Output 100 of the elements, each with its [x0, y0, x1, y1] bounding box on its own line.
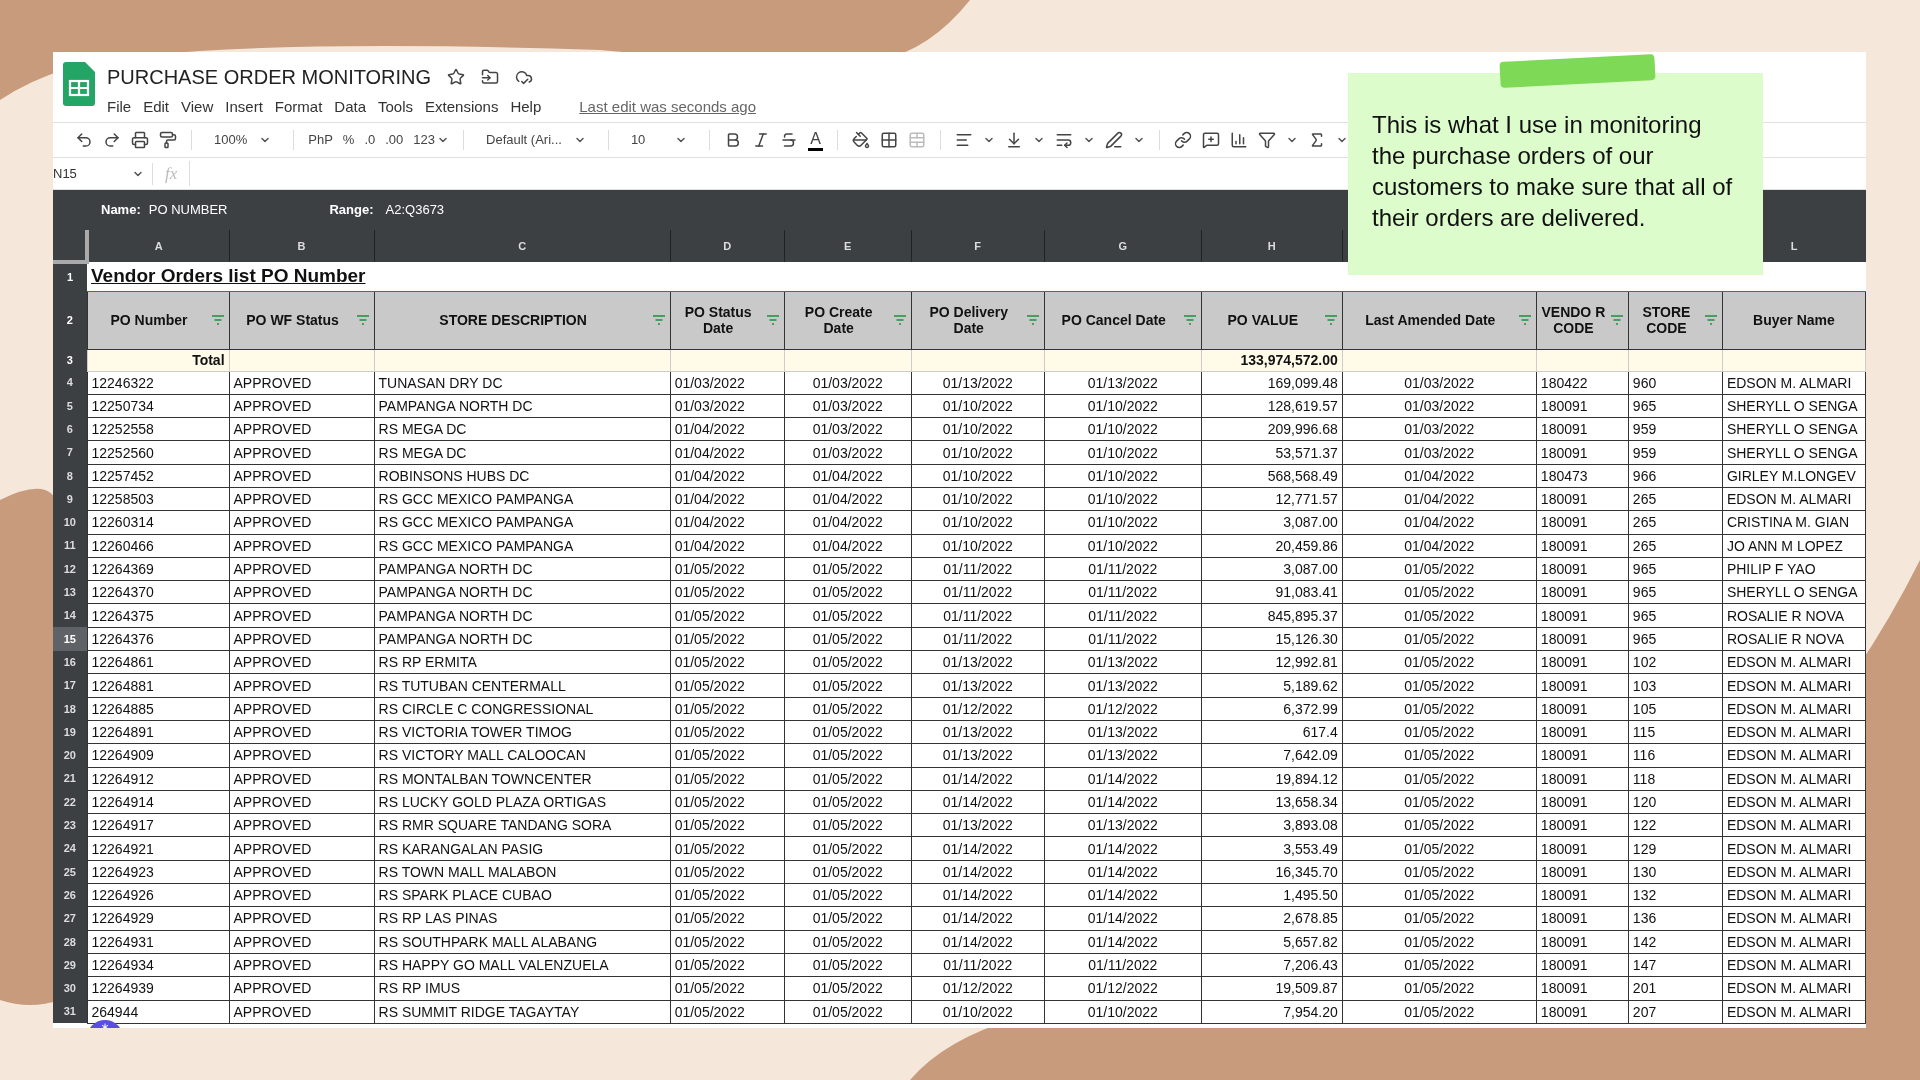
column-letter[interactable]: G [1118, 239, 1128, 252]
column-letter[interactable]: H [1267, 239, 1276, 252]
row-number[interactable]: 14 [53, 603, 87, 628]
menu-item[interactable]: File [107, 96, 132, 119]
increase-decimal[interactable]: .00 [385, 130, 404, 150]
fill-color-icon[interactable] [852, 131, 870, 149]
row-number[interactable]: 27 [53, 906, 87, 931]
row-number[interactable]: 24 [53, 836, 87, 861]
font-dropdown[interactable]: Default (Ari... [478, 130, 594, 150]
menu-item[interactable]: Data [334, 96, 366, 119]
merge-cells-icon[interactable] [908, 131, 926, 149]
row-number[interactable]: 28 [53, 930, 87, 954]
row-number[interactable]: 6 [53, 417, 87, 441]
row-number[interactable]: 9 [53, 487, 87, 511]
row-number[interactable]: 25 [53, 860, 87, 884]
percent-format[interactable]: % [342, 130, 355, 150]
header-cell[interactable]: PO Number [87, 291, 230, 349]
row-number[interactable]: 29 [53, 953, 87, 977]
header-cell[interactable]: Last Amended Date [1342, 291, 1537, 349]
menu-item[interactable]: Extensions [425, 96, 499, 119]
last-edit-link[interactable]: Last edit was seconds ago [579, 96, 757, 119]
table-cell: EDSON M. ALMARI [1722, 487, 1866, 511]
print-icon[interactable] [131, 131, 149, 149]
row-number[interactable]: 2 [53, 291, 87, 349]
row-number[interactable]: 13 [53, 580, 87, 604]
undo-icon[interactable] [75, 131, 93, 149]
row-number[interactable]: 1 [53, 262, 87, 291]
move-folder-icon[interactable] [481, 68, 500, 86]
header-cell[interactable]: Buyer Name [1722, 291, 1866, 349]
menu-item[interactable]: Insert [225, 96, 263, 119]
row-number[interactable]: 11 [53, 534, 87, 558]
link-icon[interactable] [1174, 131, 1192, 149]
header-cell[interactable]: PO VALUE [1201, 291, 1343, 349]
header-cell[interactable]: PO Cancel Date [1044, 291, 1202, 349]
wrap-text-icon[interactable] [1055, 131, 1073, 149]
borders-icon[interactable] [880, 131, 898, 149]
chart-icon[interactable] [1230, 131, 1248, 149]
row-number[interactable]: 22 [53, 790, 87, 814]
column-letter[interactable]: D [723, 239, 732, 252]
row-number[interactable]: 12 [53, 557, 87, 581]
header-cell[interactable]: PO Delivery Date [911, 291, 1045, 349]
row-number[interactable]: 31 [53, 1000, 87, 1024]
zoom-dropdown[interactable]: 100% [206, 130, 280, 150]
header-cell[interactable]: PO WF Status [229, 291, 375, 349]
menu-item[interactable]: Tools [378, 96, 414, 119]
cloud-icon[interactable] [515, 68, 534, 86]
row-number[interactable]: 26 [53, 883, 87, 907]
column-letter[interactable]: B [297, 239, 306, 252]
row-number[interactable]: 15 [53, 627, 87, 651]
table-cell: 01/05/2022 [1342, 673, 1537, 698]
document-title[interactable]: PURCHASE ORDER MONITORING [107, 62, 432, 92]
row-number[interactable]: 4 [53, 371, 87, 395]
row-number[interactable]: 20 [53, 743, 87, 768]
header-cell[interactable]: PO Status Date [670, 291, 785, 349]
header-cell[interactable]: STORE DESCRIPTION [374, 291, 671, 349]
table-cell: 01/05/2022 [784, 813, 912, 837]
align-left-icon[interactable] [955, 131, 973, 149]
row-number[interactable]: 18 [53, 697, 87, 721]
header-cell[interactable]: PO Create Date [784, 291, 912, 349]
row-number[interactable]: 19 [53, 720, 87, 744]
vertical-align-icon[interactable] [1005, 131, 1023, 149]
column-letter[interactable]: A [154, 239, 163, 252]
row-number[interactable]: 17 [53, 673, 87, 698]
comment-icon[interactable] [1202, 131, 1220, 149]
row-number[interactable]: 3 [53, 349, 87, 371]
column-letter[interactable]: F [974, 239, 982, 252]
text-color-button[interactable]: A [808, 129, 823, 151]
column-letter[interactable]: L [1790, 239, 1798, 252]
menu-item[interactable]: Format [274, 96, 323, 119]
table-cell: 01/13/2022 [1044, 813, 1202, 837]
decrease-decimal[interactable]: .0 [364, 130, 376, 150]
star-icon[interactable] [447, 68, 466, 86]
sheets-logo-icon[interactable] [63, 62, 95, 106]
redo-icon[interactable] [103, 131, 121, 149]
currency-format[interactable]: PhP [308, 130, 333, 150]
row-number[interactable]: 23 [53, 813, 87, 837]
table-cell: 01/11/2022 [1044, 557, 1202, 581]
menu-item[interactable]: Edit [143, 96, 170, 119]
row-number[interactable]: 5 [53, 394, 87, 418]
row-number[interactable]: 7 [53, 440, 87, 465]
table-cell: 01/10/2022 [911, 417, 1045, 441]
strikethrough-icon[interactable] [780, 131, 799, 149]
paint-format-icon[interactable] [159, 131, 177, 149]
column-letter[interactable]: C [518, 239, 527, 252]
header-cell[interactable]: STORE CODE [1628, 291, 1723, 349]
row-number[interactable]: 8 [53, 464, 87, 488]
filter-icon[interactable] [1258, 131, 1276, 149]
font-size-dropdown[interactable]: 10 [622, 130, 696, 150]
header-cell[interactable]: VENDO R CODE [1536, 291, 1629, 349]
menu-item[interactable]: View [181, 96, 214, 119]
row-number[interactable]: 16 [53, 650, 87, 674]
table-cell: 01/05/2022 [1342, 906, 1537, 931]
row-number[interactable]: 30 [53, 976, 87, 1000]
menu-item[interactable]: Help [510, 96, 542, 119]
name-box[interactable]: N15 [53, 162, 153, 185]
number-format-dropdown[interactable]: 123 [413, 130, 449, 150]
column-letter[interactable]: E [844, 239, 852, 252]
text-rotation-icon[interactable] [1105, 131, 1123, 149]
row-number[interactable]: 10 [53, 510, 87, 535]
row-number[interactable]: 21 [53, 767, 87, 791]
